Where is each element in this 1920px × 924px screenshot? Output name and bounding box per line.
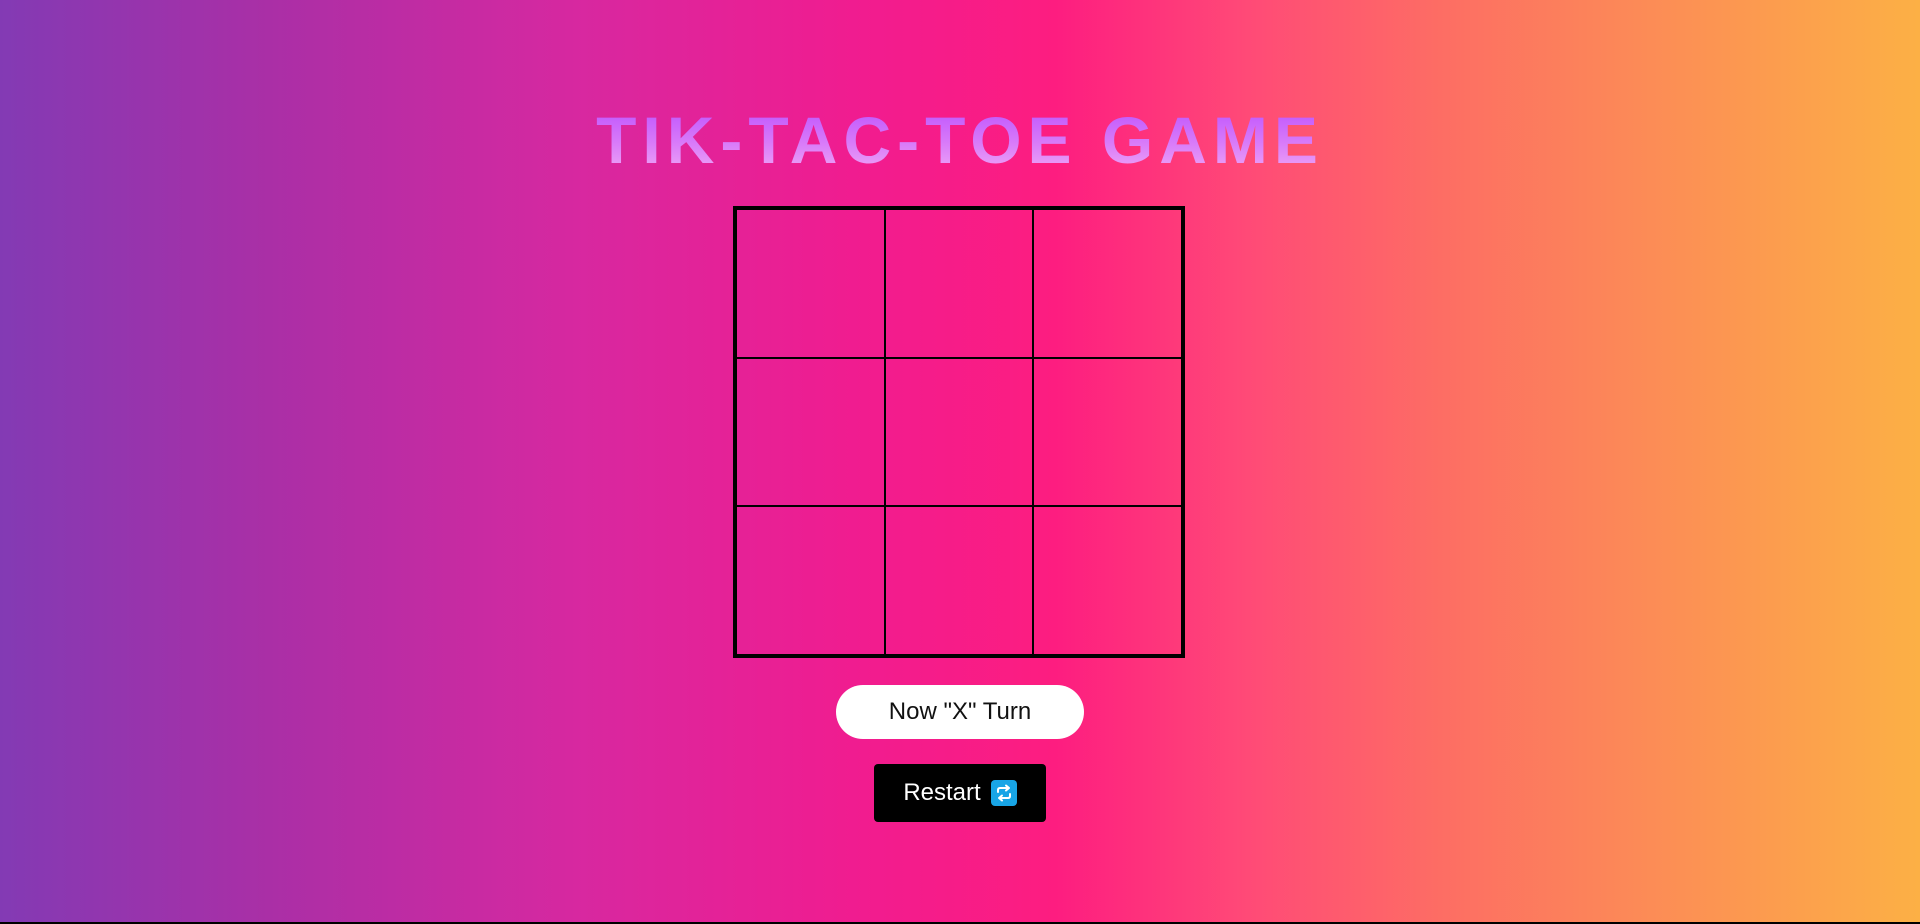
board-cell-8[interactable] [884,506,1034,655]
board-cell-7[interactable] [736,506,885,655]
board-cell-4[interactable] [736,357,885,507]
board-cell-3[interactable] [1033,209,1182,358]
game-board [733,206,1185,658]
board-cell-5[interactable] [884,357,1034,507]
board-cell-9[interactable] [1033,506,1182,655]
board-cell-6[interactable] [1033,357,1182,507]
board-cell-1[interactable] [736,209,885,358]
restart-button-label: Restart [903,779,981,806]
board-cell-2[interactable] [884,209,1034,358]
repeat-icon [990,780,1017,806]
turn-indicator: Now "X" Turn [836,685,1084,739]
restart-button[interactable]: Restart [874,764,1046,822]
turn-indicator-text: Now "X" Turn [888,698,1032,725]
game-title: TIK-TAC-TOE GAME [0,100,1920,180]
